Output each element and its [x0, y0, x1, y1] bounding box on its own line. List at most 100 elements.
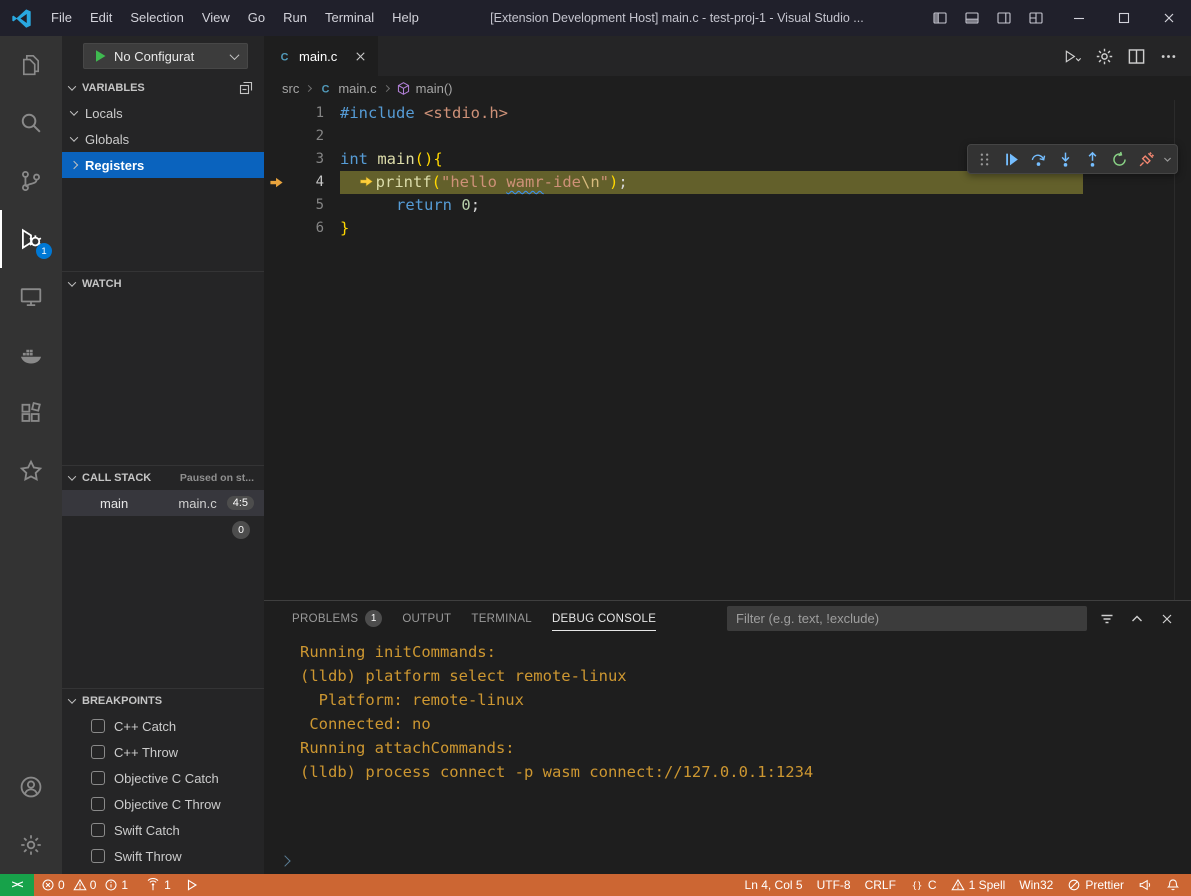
activity-accounts[interactable]	[0, 758, 62, 816]
status-debug-status[interactable]	[178, 874, 206, 896]
minimize-button[interactable]	[1056, 0, 1101, 36]
breakpoint-item[interactable]: Objective C Throw	[62, 791, 264, 817]
menu-selection[interactable]: Selection	[121, 0, 192, 36]
panel-tab-output[interactable]: OUTPUT	[392, 601, 461, 636]
sidebar-row-globals[interactable]: Globals	[62, 126, 264, 152]
menu-run[interactable]: Run	[274, 0, 316, 36]
maximize-button[interactable]	[1101, 0, 1146, 36]
menu-terminal[interactable]: Terminal	[316, 0, 383, 36]
gear-button[interactable]	[1091, 43, 1117, 69]
status-announcements[interactable]	[1131, 874, 1159, 896]
start-debug-icon[interactable]	[92, 48, 108, 64]
breakpoint-item[interactable]: C++ Catch	[62, 713, 264, 739]
status-notifications[interactable]	[1159, 874, 1187, 896]
breakpoint-checkbox[interactable]	[91, 771, 105, 785]
status-problems-summary[interactable]: 001	[34, 874, 139, 896]
chevron-down-button[interactable]	[1160, 146, 1174, 172]
toggle-sidebar-button[interactable]	[926, 4, 954, 32]
toggle-panel-button[interactable]	[958, 4, 986, 32]
more-actions-button[interactable]	[1155, 43, 1181, 69]
editor-tab-main-c[interactable]: Cmain.c	[264, 36, 378, 76]
console-filter-input[interactable]	[727, 606, 1087, 631]
breakpoint-item[interactable]: Swift Catch	[62, 817, 264, 843]
step-into-button[interactable]	[1052, 146, 1078, 172]
run-file-button[interactable]	[1059, 43, 1085, 69]
panel-tab-debug-console[interactable]: DEBUG CONSOLE	[542, 601, 666, 636]
status-cursor-position[interactable]: Ln 4, Col 5	[738, 874, 810, 896]
line-content[interactable]: }	[340, 217, 1083, 240]
minimap[interactable]	[1083, 100, 1174, 600]
menu-help[interactable]: Help	[383, 0, 428, 36]
code-editor[interactable]: 1#include <stdio.h>23int main(){4 printf…	[264, 100, 1191, 600]
activity-remote-explorer[interactable]	[0, 268, 62, 326]
menu-edit[interactable]: Edit	[81, 0, 121, 36]
glyph-margin[interactable]	[264, 175, 288, 190]
status-language-mode[interactable]: {}C	[903, 874, 944, 896]
activity-extensions[interactable]	[0, 384, 62, 442]
activity-explorer[interactable]	[0, 36, 62, 94]
line-content[interactable]: printf("hello wamr-ide\n");	[340, 171, 1083, 194]
breakpoint-checkbox[interactable]	[91, 797, 105, 811]
customize-layout-button[interactable]	[1022, 4, 1050, 32]
breakpoint-checkbox[interactable]	[91, 719, 105, 733]
status-ports-forwarded[interactable]: 1	[139, 874, 178, 896]
status-bar: >< 0011 Ln 4, Col 5UTF-8CRLF{}C 1 Spell Wi…	[0, 874, 1191, 896]
debug-console-input[interactable]	[264, 847, 1191, 874]
activity-search[interactable]	[0, 94, 62, 152]
activity-source-control[interactable]	[0, 152, 62, 210]
variables-header-action[interactable]	[238, 80, 254, 96]
editor-scrollbar[interactable]	[1174, 100, 1191, 600]
watch-header[interactable]: WATCH	[62, 272, 264, 296]
menu-file[interactable]: File	[42, 0, 81, 36]
line-content[interactable]: #include <stdio.h>	[340, 102, 1083, 125]
step-out-button[interactable]	[1079, 146, 1105, 172]
breakpoint-checkbox[interactable]	[91, 823, 105, 837]
activity-run-and-debug[interactable]: 1	[0, 210, 62, 268]
close-button[interactable]	[1146, 0, 1191, 36]
breakpoint-item[interactable]: C++ Throw	[62, 739, 264, 765]
variables-header[interactable]: VARIABLES	[62, 76, 264, 100]
debug-config-dropdown[interactable]: No Configurat	[83, 43, 248, 69]
callstack-header[interactable]: CALL STACK Paused on st...	[62, 466, 264, 490]
status-encoding[interactable]: UTF-8	[810, 874, 858, 896]
breadcrumb-item-main[interactable]: main()	[396, 81, 453, 96]
continue-button[interactable]	[998, 146, 1024, 172]
activity-settings[interactable]	[0, 816, 62, 874]
step-over-button[interactable]	[1025, 146, 1051, 172]
split-editor-button[interactable]	[1123, 43, 1149, 69]
remote-indicator[interactable]: ><	[0, 874, 34, 896]
disconnect-button[interactable]	[1133, 146, 1159, 172]
chevron-up-icon	[1129, 611, 1145, 627]
status-eol-sequence[interactable]: CRLF	[858, 874, 903, 896]
close-button[interactable]	[1155, 607, 1179, 631]
close-icon[interactable]	[353, 49, 368, 64]
line-content[interactable]: return 0;	[340, 194, 1083, 217]
menu-view[interactable]: View	[193, 0, 239, 36]
status-prettier[interactable]: Prettier	[1060, 874, 1131, 896]
breakpoint-item[interactable]: Swift Throw	[62, 843, 264, 869]
menu-go[interactable]: Go	[239, 0, 274, 36]
breakpoint-item[interactable]: Objective C Catch	[62, 765, 264, 791]
breakpoint-checkbox[interactable]	[91, 849, 105, 863]
filter-lines-button[interactable]	[1095, 607, 1119, 631]
code-lines[interactable]: 1#include <stdio.h>23int main(){4 printf…	[264, 100, 1083, 600]
status-spell-checker[interactable]: 1 Spell	[944, 874, 1013, 896]
panel-tab-problems[interactable]: PROBLEMS1	[282, 601, 392, 636]
status-label: 1 Spell	[969, 878, 1006, 892]
status-platform-target[interactable]: Win32	[1012, 874, 1060, 896]
restart-button[interactable]	[1106, 146, 1132, 172]
console-line: Running initCommands:	[300, 640, 1191, 664]
breadcrumb-item-main-c[interactable]: Cmain.c	[318, 81, 376, 96]
breakpoints-header[interactable]: BREAKPOINTS	[62, 689, 264, 713]
sidebar-row-locals[interactable]: Locals	[62, 100, 264, 126]
chevron-up-button[interactable]	[1125, 607, 1149, 631]
callstack-frame[interactable]: mainmain.c4:5	[62, 490, 264, 516]
sidebar-row-registers[interactable]: Registers	[62, 152, 264, 178]
toggle-secondary-sidebar-button[interactable]	[990, 4, 1018, 32]
drag-grip-button[interactable]	[971, 146, 997, 172]
panel-tab-terminal[interactable]: TERMINAL	[461, 601, 542, 636]
breadcrumb-item-src[interactable]: src	[282, 81, 299, 96]
breakpoint-checkbox[interactable]	[91, 745, 105, 759]
activity-docker[interactable]	[0, 326, 62, 384]
activity-favorites[interactable]	[0, 442, 62, 500]
